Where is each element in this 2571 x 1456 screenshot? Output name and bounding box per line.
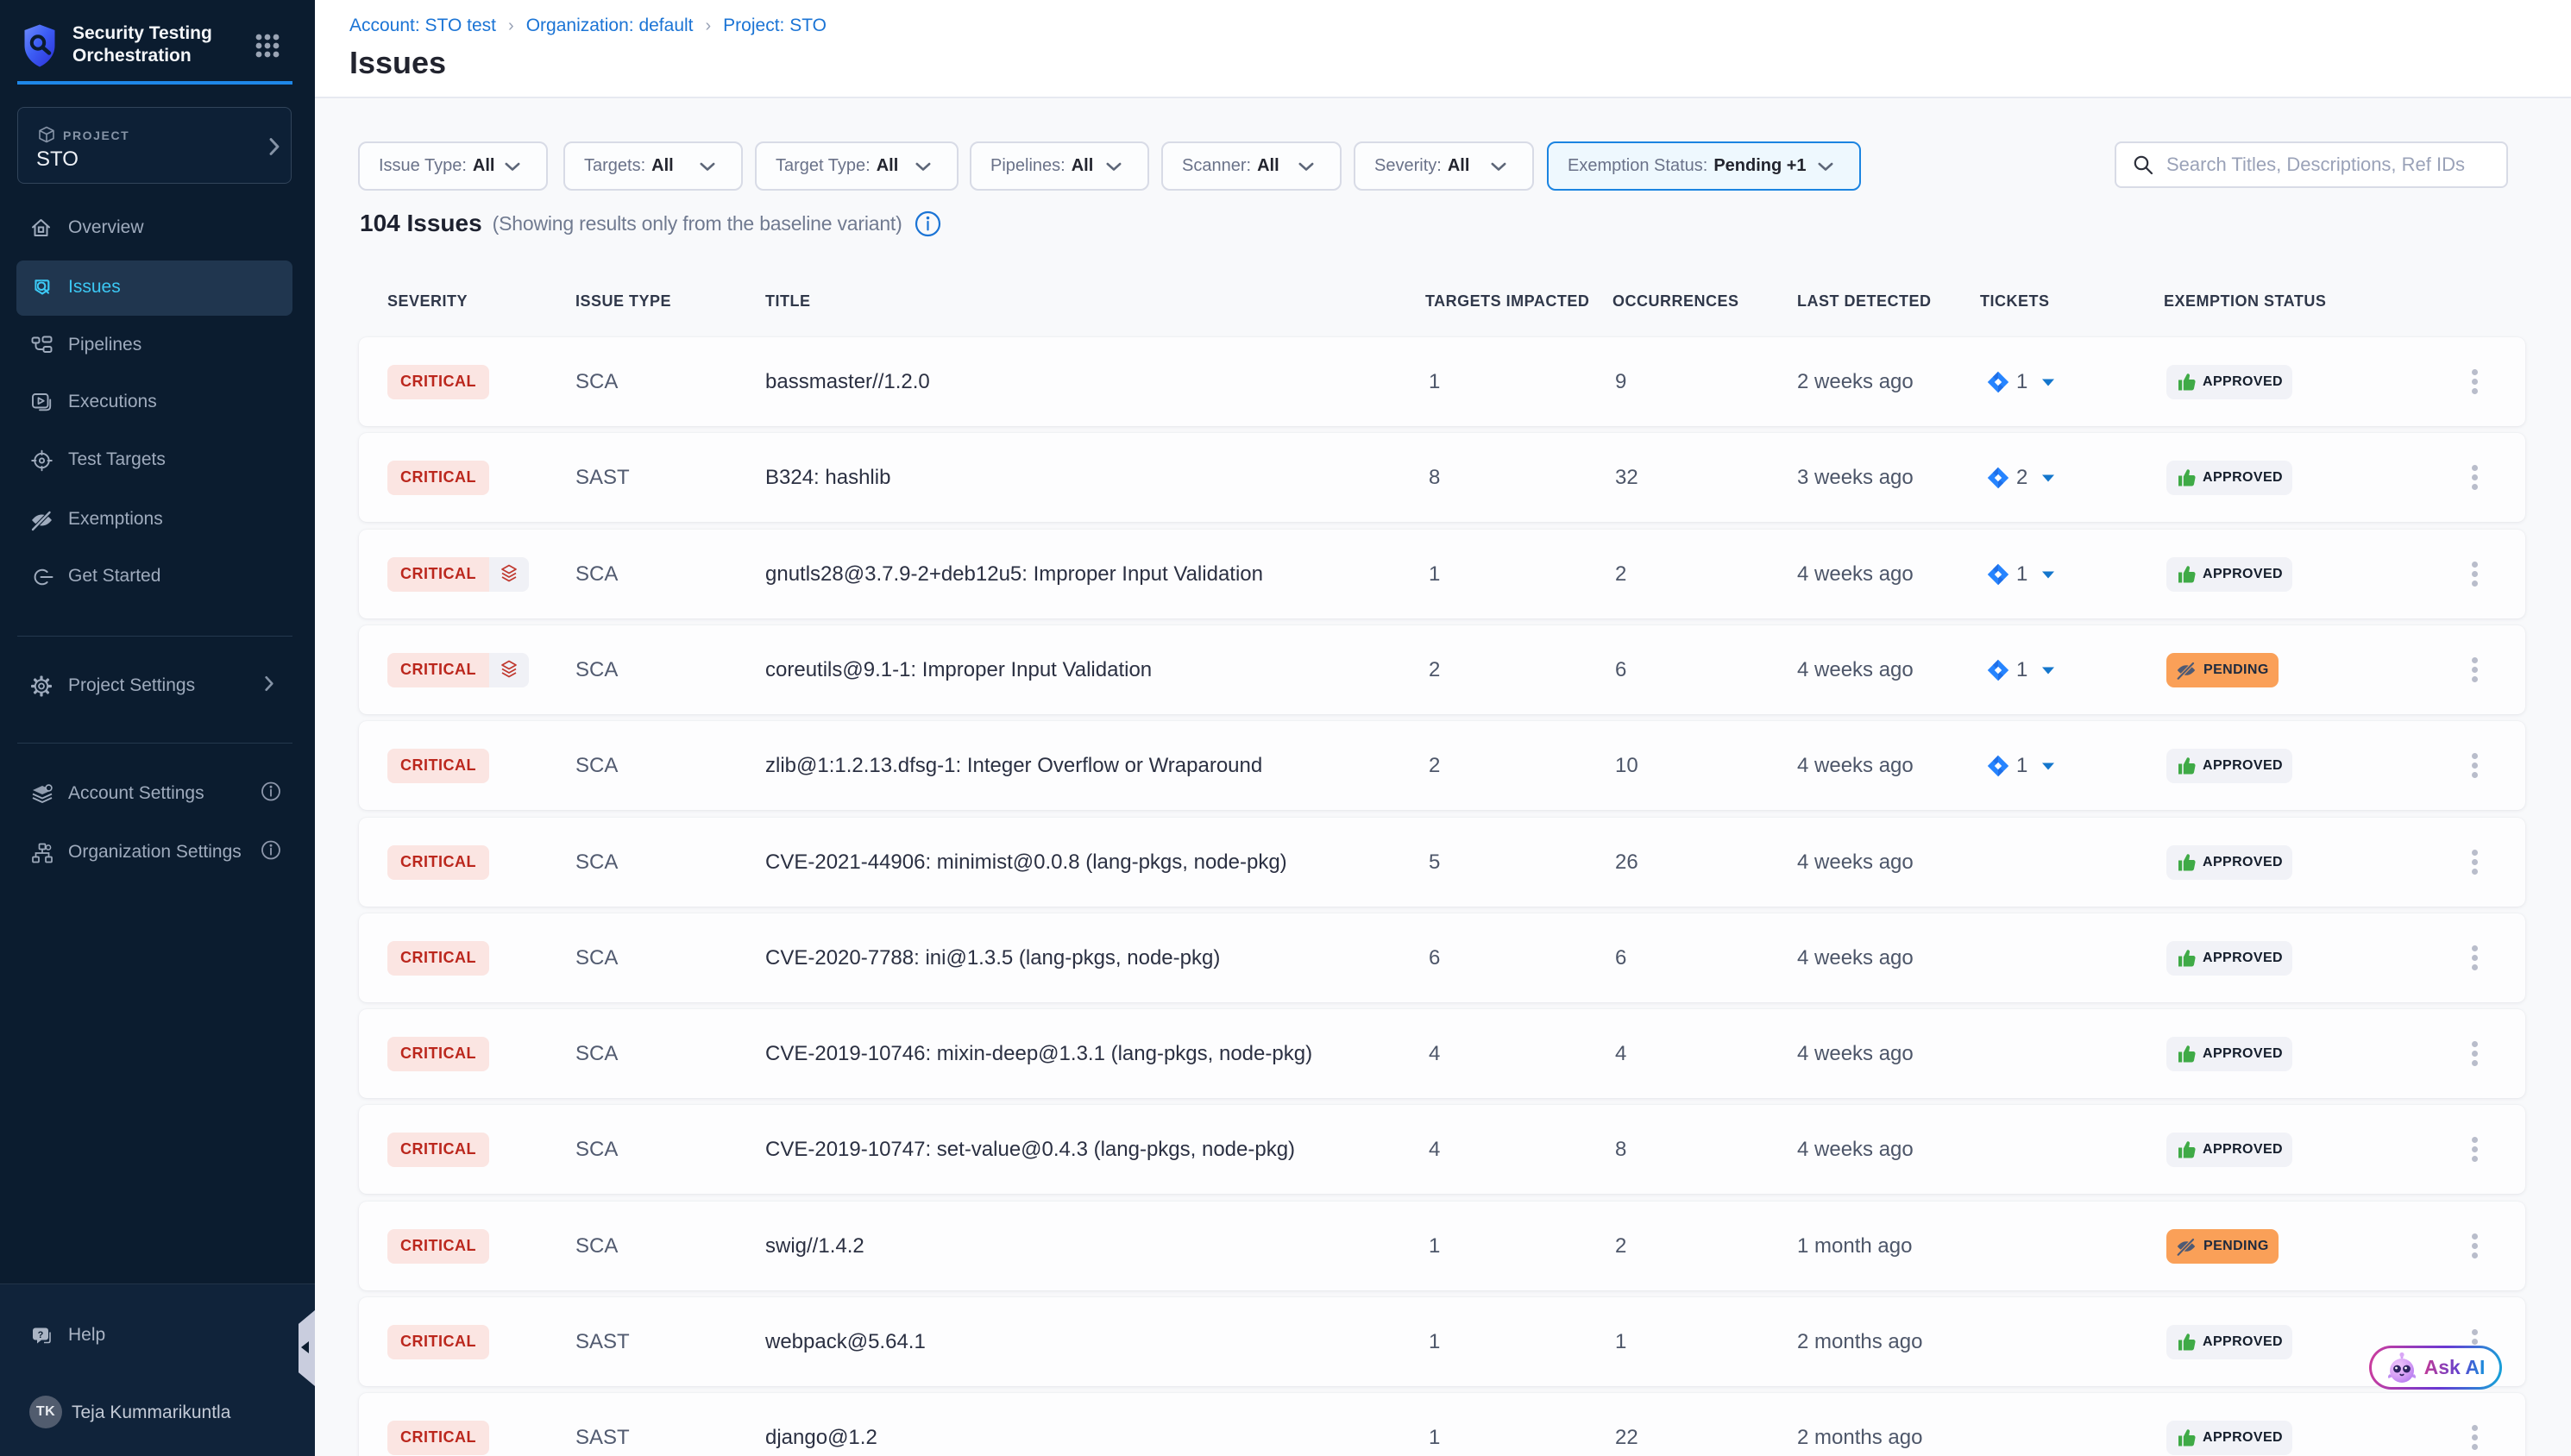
svg-text:?: ?	[38, 1330, 44, 1340]
